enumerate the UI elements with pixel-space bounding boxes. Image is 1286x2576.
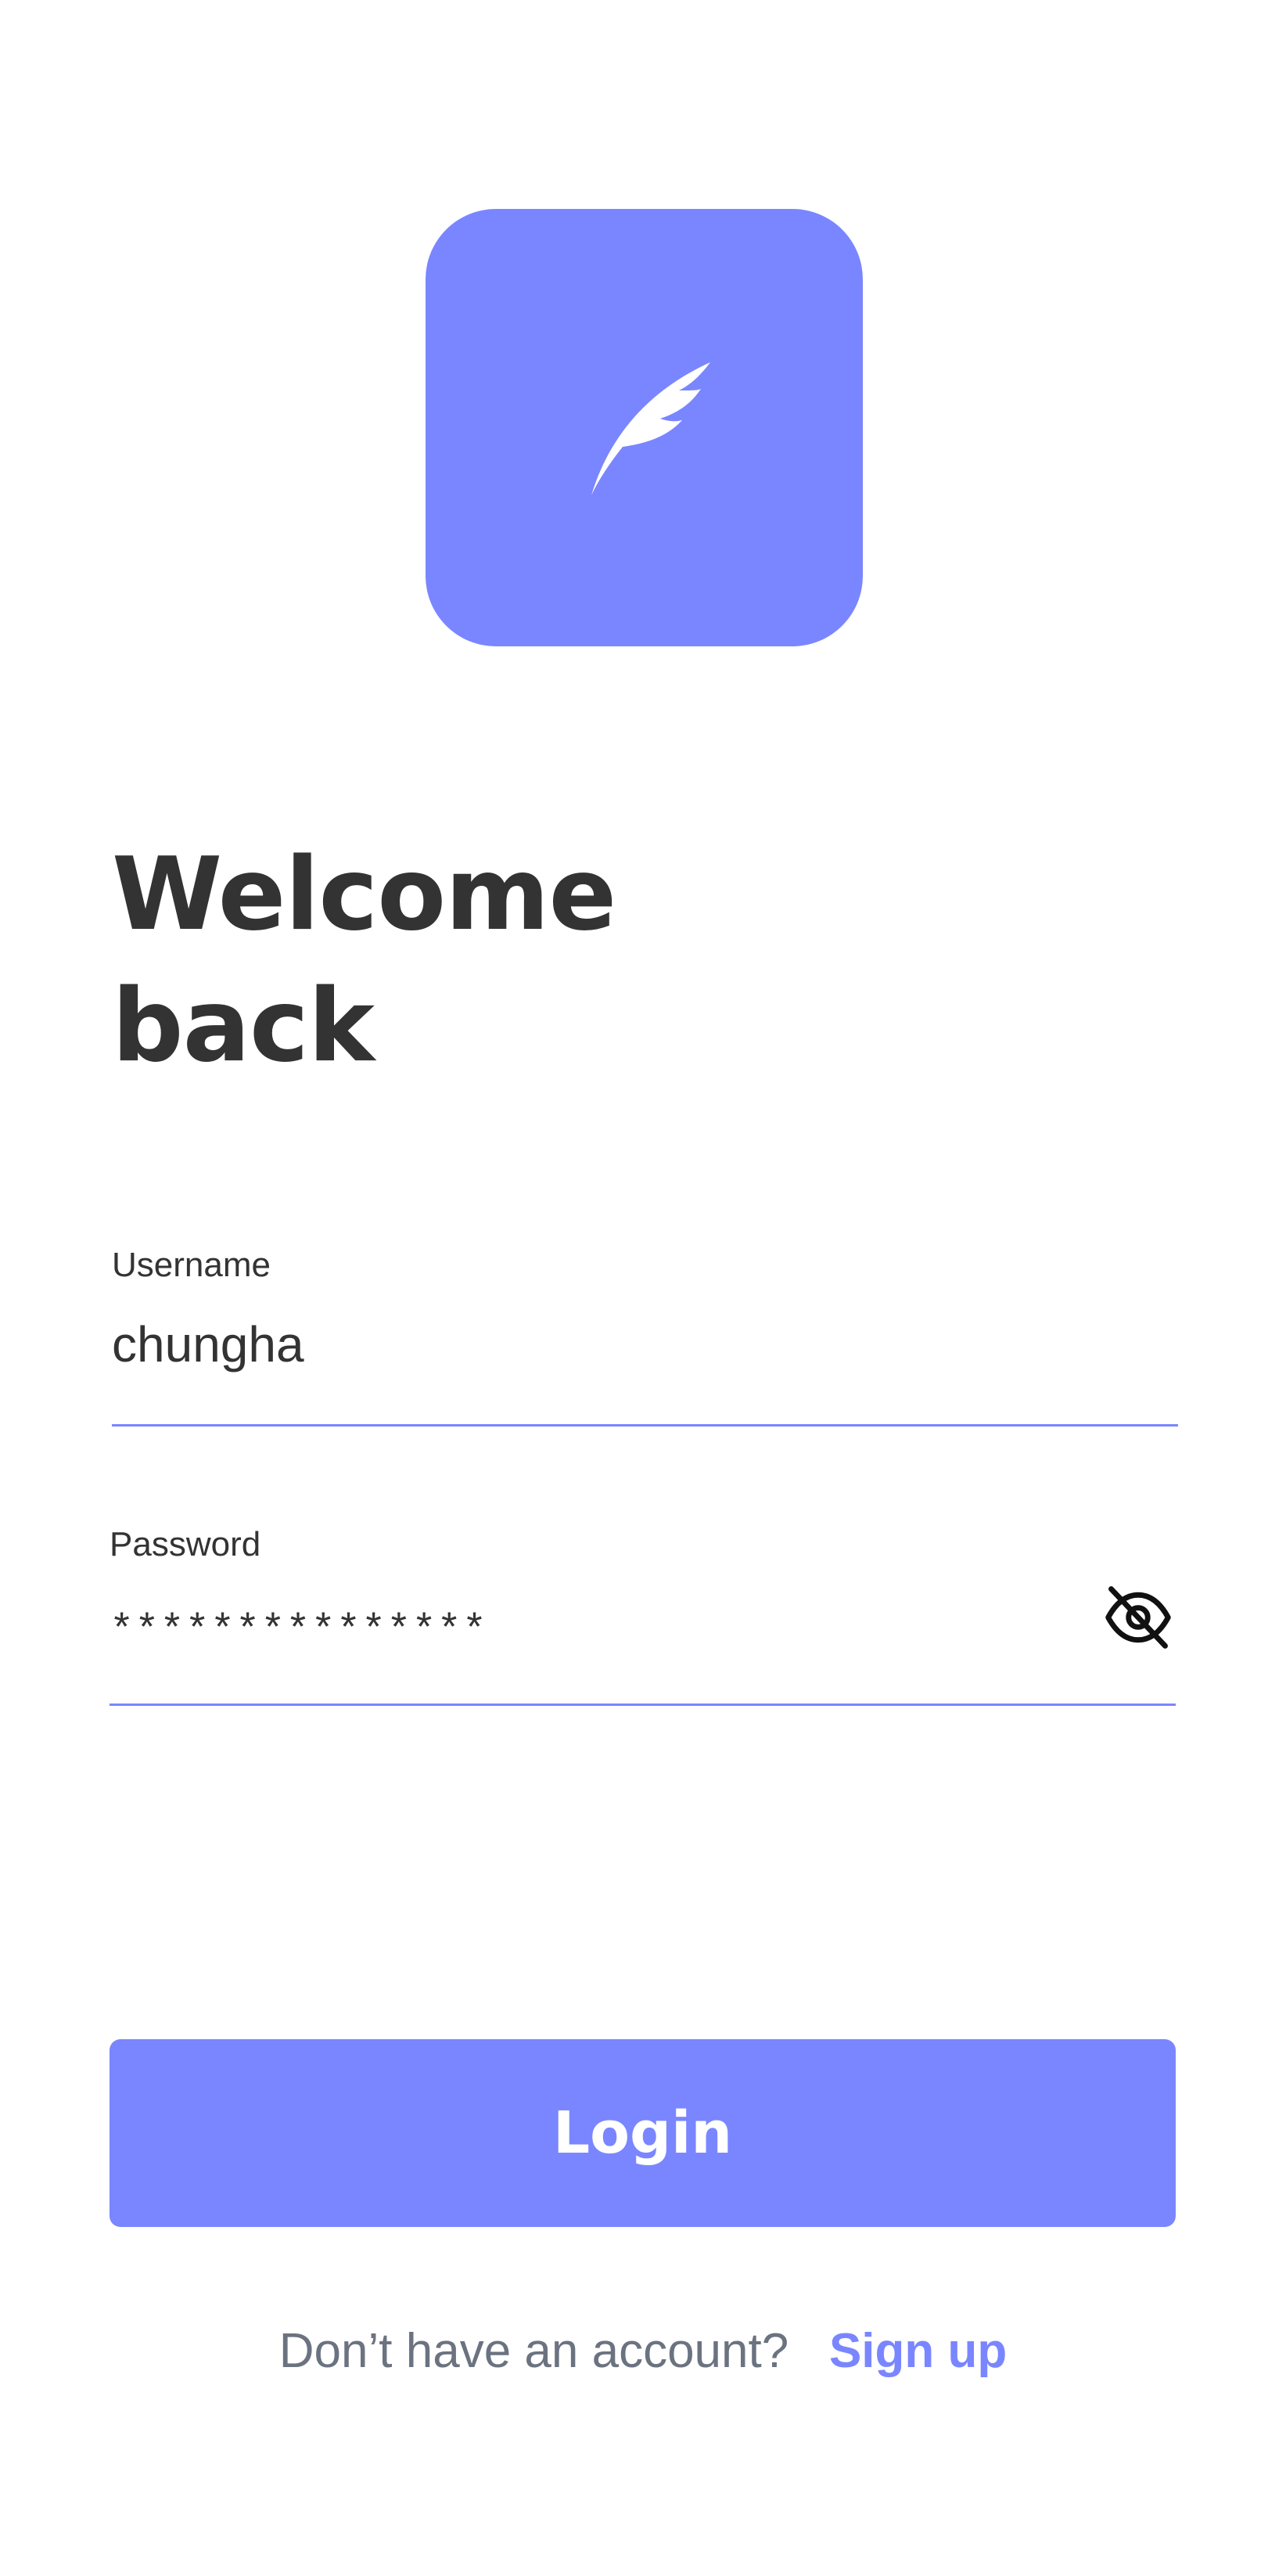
signup-row: Don’t have an account? Sign up <box>0 2316 1286 2387</box>
feather-icon <box>591 362 710 495</box>
username-underline <box>112 1424 1178 1427</box>
title-line-back: back <box>112 968 375 1085</box>
signup-link[interactable]: Sign up <box>829 2324 1007 2378</box>
signup-spacer <box>802 2324 815 2378</box>
username-label: Username <box>112 1246 271 1284</box>
title-line-welcome: Welcome <box>112 836 616 953</box>
eye-off-icon <box>1105 1586 1171 1649</box>
password-field[interactable]: Password *************** <box>110 1524 1176 1711</box>
username-input[interactable]: chungha <box>112 1315 304 1374</box>
signup-prompt: Don’t have an account? <box>278 2324 789 2378</box>
username-field[interactable]: Username chungha <box>112 1244 1178 1432</box>
password-visibility-toggle[interactable] <box>1099 1578 1177 1657</box>
password-input[interactable]: *************** <box>110 1602 487 1661</box>
page-title: Welcome back <box>112 829 616 1092</box>
password-label: Password <box>110 1525 261 1563</box>
app-logo <box>426 209 863 646</box>
password-underline <box>110 1704 1176 1706</box>
login-button[interactable]: Login <box>110 2039 1176 2227</box>
